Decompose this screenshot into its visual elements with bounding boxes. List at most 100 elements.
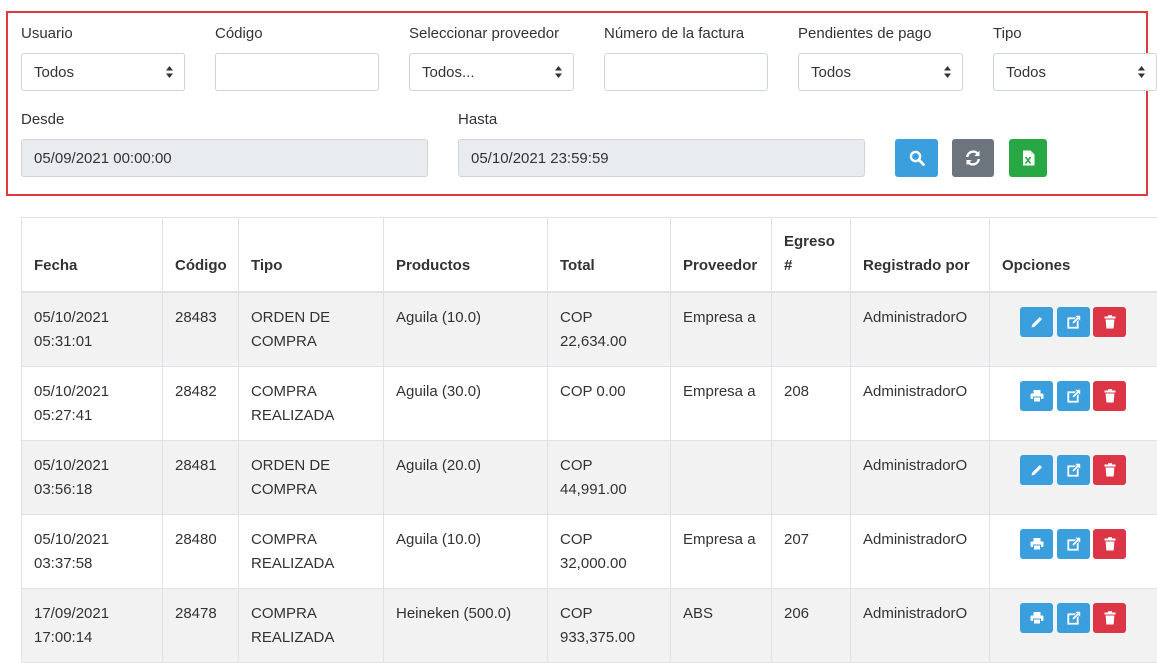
print-button[interactable] xyxy=(1020,381,1053,411)
select-arrows-icon xyxy=(165,65,174,79)
select-arrows-icon xyxy=(1137,65,1146,79)
delete-button[interactable] xyxy=(1093,455,1126,485)
cell-productos: Heineken (500.0) xyxy=(384,589,548,663)
cell-egreso xyxy=(772,292,851,367)
cell-registrado: AdministradorO xyxy=(851,441,990,515)
open-button[interactable] xyxy=(1057,307,1090,337)
cell-total: COP 44,991.00 xyxy=(548,441,671,515)
open-button[interactable] xyxy=(1057,529,1090,559)
tipo-select-value: Todos xyxy=(1006,64,1046,81)
pendientes-label: Pendientes de pago xyxy=(798,25,931,42)
edit-button[interactable] xyxy=(1020,307,1053,337)
table-row: 17/09/2021 17:00:1428478COMPRA REALIZADA… xyxy=(22,589,1157,663)
cell-registrado: AdministradorO xyxy=(851,292,990,367)
cell-total: COP 0.00 xyxy=(548,367,671,441)
cell-opciones xyxy=(990,441,1157,515)
cell-egreso xyxy=(772,441,851,515)
column-header-opciones: Opciones xyxy=(990,218,1157,293)
pendientes-select-value: Todos xyxy=(811,64,851,81)
column-header-tipo[interactable]: Tipo xyxy=(239,218,384,293)
open-button[interactable] xyxy=(1057,603,1090,633)
usuario-select[interactable]: Todos xyxy=(21,53,185,91)
hasta-input[interactable]: 05/10/2021 23:59:59 xyxy=(458,139,865,177)
cell-total: COP 22,634.00 xyxy=(548,292,671,367)
cell-productos: Aguila (30.0) xyxy=(384,367,548,441)
proveedor-select[interactable]: Todos... xyxy=(409,53,574,91)
factura-input[interactable] xyxy=(604,53,768,91)
cell-codigo: 28480 xyxy=(163,515,239,589)
open-button[interactable] xyxy=(1057,381,1090,411)
usuario-label: Usuario xyxy=(21,25,73,42)
purchases-table: Fecha Código Tipo Productos Total Provee… xyxy=(21,217,1157,663)
cell-tipo: COMPRA REALIZADA xyxy=(239,515,384,589)
export-excel-button[interactable] xyxy=(1009,139,1047,177)
search-icon xyxy=(909,150,925,166)
search-button[interactable] xyxy=(895,139,938,177)
column-header-registrado[interactable]: Registrado por xyxy=(851,218,990,293)
cell-opciones xyxy=(990,367,1157,441)
column-header-total[interactable]: Total xyxy=(548,218,671,293)
usuario-select-value: Todos xyxy=(34,64,74,81)
cell-proveedor xyxy=(671,441,772,515)
cell-codigo: 28483 xyxy=(163,292,239,367)
cell-egreso: 208 xyxy=(772,367,851,441)
codigo-input[interactable] xyxy=(215,53,379,91)
cell-registrado: AdministradorO xyxy=(851,515,990,589)
cell-fecha: 05/10/2021 03:56:18 xyxy=(22,441,163,515)
table-row: 05/10/2021 05:27:4128482COMPRA REALIZADA… xyxy=(22,367,1157,441)
codigo-label: Código xyxy=(215,25,263,42)
factura-label: Número de la factura xyxy=(604,25,744,42)
proveedor-select-value: Todos... xyxy=(422,64,475,81)
table-header-row: Fecha Código Tipo Productos Total Provee… xyxy=(22,218,1157,293)
cell-proveedor: Empresa a xyxy=(671,515,772,589)
cell-total: COP 32,000.00 xyxy=(548,515,671,589)
cell-registrado: AdministradorO xyxy=(851,367,990,441)
cell-codigo: 28478 xyxy=(163,589,239,663)
tipo-label: Tipo xyxy=(993,25,1022,42)
open-button[interactable] xyxy=(1057,455,1090,485)
cell-fecha: 17/09/2021 17:00:14 xyxy=(22,589,163,663)
cell-egreso: 207 xyxy=(772,515,851,589)
cell-proveedor: ABS xyxy=(671,589,772,663)
delete-button[interactable] xyxy=(1093,529,1126,559)
select-arrows-icon xyxy=(554,65,563,79)
cell-codigo: 28481 xyxy=(163,441,239,515)
cell-productos: Aguila (10.0) xyxy=(384,515,548,589)
cell-opciones xyxy=(990,589,1157,663)
cell-tipo: COMPRA REALIZADA xyxy=(239,589,384,663)
delete-button[interactable] xyxy=(1093,307,1126,337)
column-header-productos[interactable]: Productos xyxy=(384,218,548,293)
cell-productos: Aguila (10.0) xyxy=(384,292,548,367)
cell-tipo: ORDEN DE COMPRA xyxy=(239,292,384,367)
refresh-icon xyxy=(964,149,982,167)
column-header-proveedor[interactable]: Proveedor xyxy=(671,218,772,293)
table-row: 05/10/2021 03:56:1828481ORDEN DE COMPRAA… xyxy=(22,441,1157,515)
delete-button[interactable] xyxy=(1093,603,1126,633)
desde-input[interactable]: 05/09/2021 00:00:00 xyxy=(21,139,428,177)
cell-fecha: 05/10/2021 05:27:41 xyxy=(22,367,163,441)
cell-tipo: ORDEN DE COMPRA xyxy=(239,441,384,515)
cell-registrado: AdministradorO xyxy=(851,589,990,663)
print-button[interactable] xyxy=(1020,603,1053,633)
cell-egreso: 206 xyxy=(772,589,851,663)
cell-total: COP 933,375.00 xyxy=(548,589,671,663)
edit-button[interactable] xyxy=(1020,455,1053,485)
cell-proveedor: Empresa a xyxy=(671,292,772,367)
cell-proveedor: Empresa a xyxy=(671,367,772,441)
cell-codigo: 28482 xyxy=(163,367,239,441)
hasta-label: Hasta xyxy=(458,111,497,128)
select-arrows-icon xyxy=(943,65,952,79)
cell-productos: Aguila (20.0) xyxy=(384,441,548,515)
column-header-egreso[interactable]: Egreso # xyxy=(772,218,851,293)
column-header-codigo[interactable]: Código xyxy=(163,218,239,293)
desde-label: Desde xyxy=(21,111,64,128)
table-row: 05/10/2021 05:31:0128483ORDEN DE COMPRAA… xyxy=(22,292,1157,367)
cell-fecha: 05/10/2021 05:31:01 xyxy=(22,292,163,367)
refresh-button[interactable] xyxy=(952,139,994,177)
tipo-select[interactable]: Todos xyxy=(993,53,1157,91)
column-header-fecha[interactable]: Fecha xyxy=(22,218,163,293)
print-button[interactable] xyxy=(1020,529,1053,559)
pendientes-select[interactable]: Todos xyxy=(798,53,963,91)
cell-opciones xyxy=(990,515,1157,589)
delete-button[interactable] xyxy=(1093,381,1126,411)
